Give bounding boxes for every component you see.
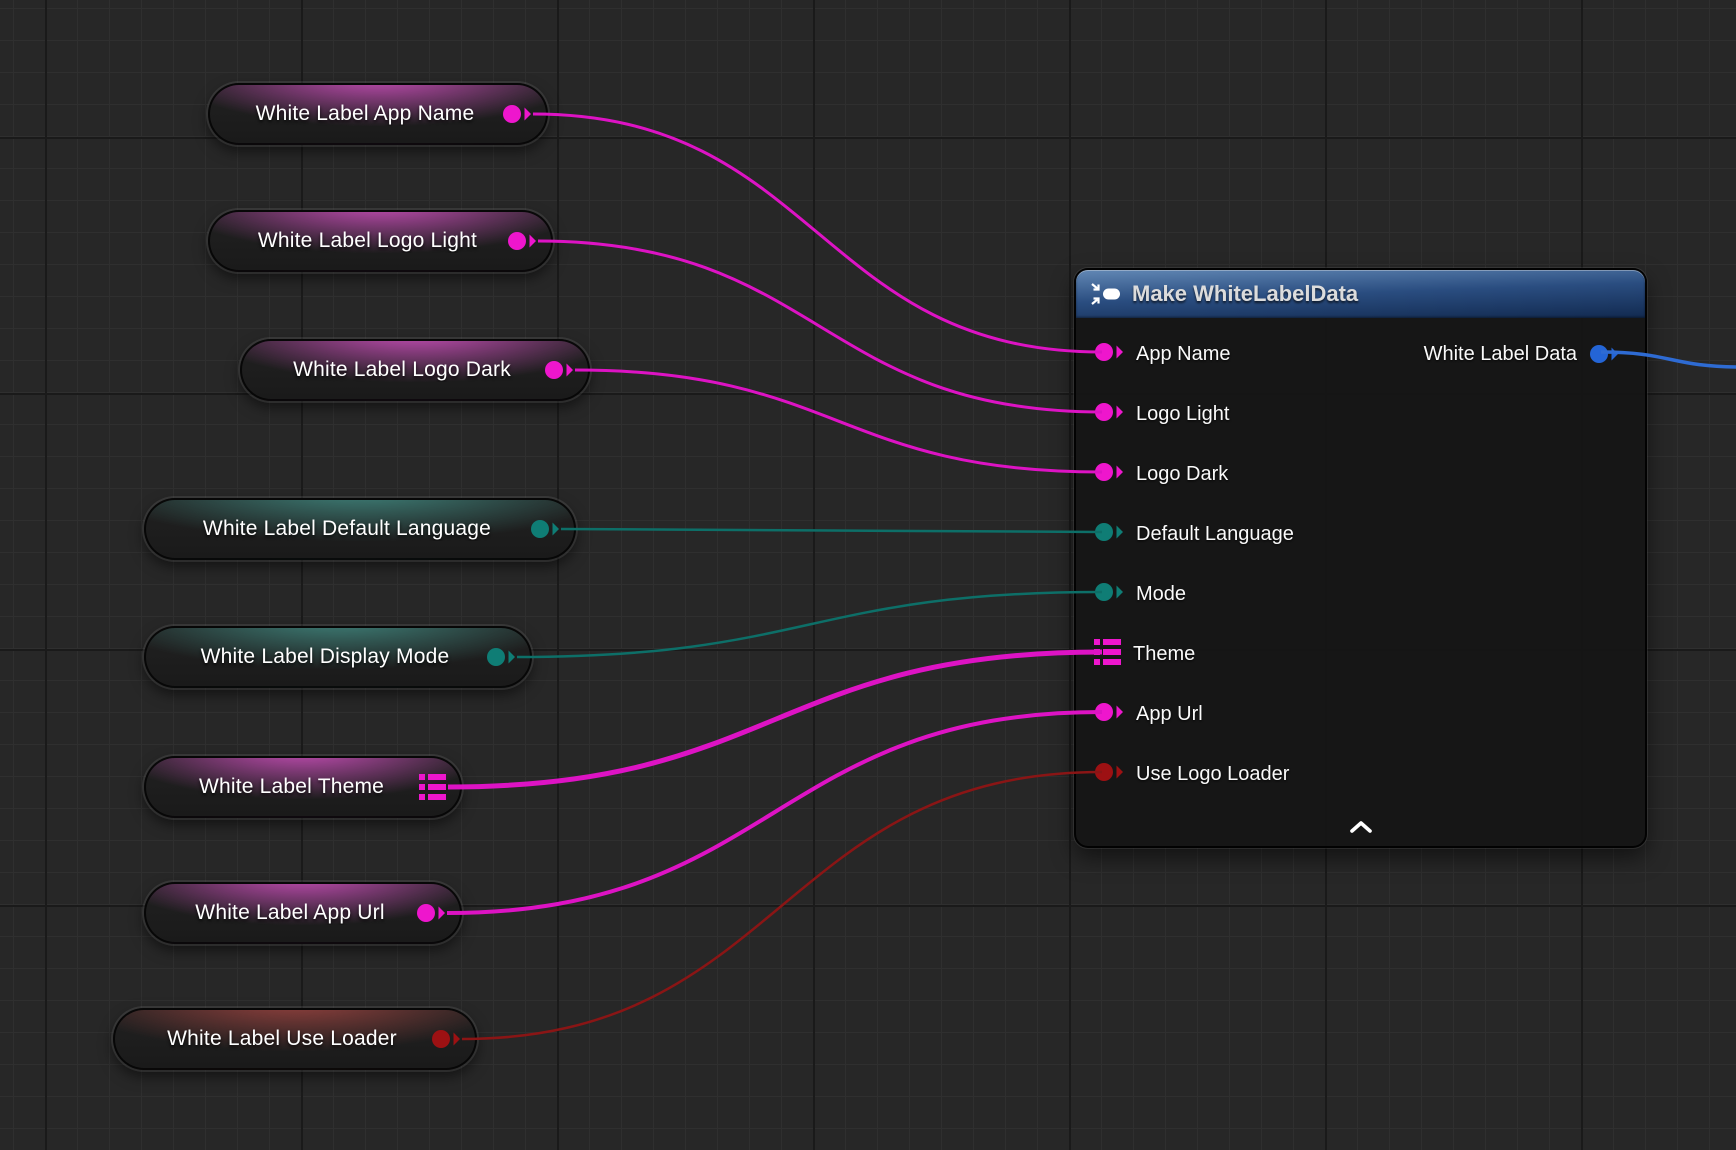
chevron-up-icon [1350,821,1372,833]
pin-row-mode: Mode [1076,564,1645,624]
output-pin[interactable] [419,774,446,800]
node-title-bar[interactable]: Make WhiteLabelData [1076,270,1645,318]
node-label: White Label Theme [172,775,411,799]
node-label: White Label Display Mode [172,645,478,669]
pin-row-app-name: App Name White Label Data [1076,324,1645,384]
graph-canvas[interactable]: White Label App Name White Label Logo Li… [0,0,1736,1150]
pin-row-logo-light: Logo Light [1076,384,1645,444]
input-pin-mode[interactable] [1094,581,1124,608]
node-label: White Label Logo Dark [268,358,536,382]
output-pin[interactable] [486,646,516,668]
node-label: White Label App Name [236,102,494,126]
pin-rows: App Name White Label Data Logo Light [1076,318,1645,804]
pin-label: Logo Dark [1136,463,1228,486]
input-pin-logo-light[interactable] [1094,401,1124,428]
node-get-white-label-logo-dark[interactable]: White Label Logo Dark [240,339,590,401]
output-pin[interactable] [507,230,537,252]
node-get-white-label-logo-light[interactable]: White Label Logo Light [208,210,553,272]
node-get-white-label-display-mode[interactable]: White Label Display Mode [144,626,532,688]
node-title: Make WhiteLabelData [1132,281,1358,307]
output-pin[interactable] [431,1028,461,1050]
input-pin-default-language[interactable] [1094,521,1124,548]
pin-row-theme: Theme [1076,624,1645,684]
input-pin-logo-dark[interactable] [1094,461,1124,488]
node-label: White Label Default Language [172,517,522,541]
pin-row-app-url: App Url [1076,684,1645,744]
string-pin-icon [416,902,446,924]
pin-row-use-logo-loader: Use Logo Loader [1076,744,1645,804]
struct-pin-icon [419,774,446,800]
pin-label: Default Language [1136,523,1294,546]
pin-label: Logo Light [1136,403,1229,426]
pin-label: Theme [1133,643,1195,666]
input-pin-use-logo-loader[interactable] [1094,761,1124,788]
pin-row-logo-dark: Logo Dark [1076,444,1645,504]
wire-app-name[interactable] [533,114,1102,352]
wire-display-mode[interactable] [517,592,1102,657]
collapse-node-button[interactable] [1339,814,1383,840]
pin-label: Use Logo Loader [1136,763,1289,786]
node-get-white-label-app-url[interactable]: White Label App Url [144,882,462,944]
node-get-white-label-use-loader[interactable]: White Label Use Loader [113,1008,477,1070]
node-make-whitelabeldata[interactable]: Make WhiteLabelData App Name White Label… [1074,268,1647,848]
output-pin[interactable] [416,902,446,924]
node-label: White Label App Url [172,901,408,925]
enum-pin-icon [486,646,516,668]
wire-logo-dark[interactable] [575,370,1102,472]
pin-label: App Name [1136,343,1231,366]
node-get-white-label-app-name[interactable]: White Label App Name [208,83,548,145]
output-pin[interactable] [530,518,560,540]
pin-label: White Label Data [1424,343,1577,366]
string-pin-icon [502,103,532,125]
output-pin[interactable] [544,359,574,381]
node-label: White Label Use Loader [141,1027,423,1051]
node-get-white-label-theme[interactable]: White Label Theme [144,756,462,818]
enum-pin-icon [530,518,560,540]
output-pin[interactable] [502,103,532,125]
input-pin-app-name[interactable] [1094,341,1124,368]
string-pin-icon [507,230,537,252]
node-get-white-label-default-language[interactable]: White Label Default Language [144,498,576,560]
bool-pin-icon [431,1028,461,1050]
output-pin-white-label-data[interactable]: White Label Data [1424,343,1619,366]
struct-out-pin-icon [1589,343,1619,365]
wire-app-url[interactable] [447,712,1102,913]
wire-default-language[interactable] [561,529,1102,532]
pin-row-default-language: Default Language [1076,504,1645,564]
node-label: White Label Logo Light [236,229,499,253]
make-struct-icon [1090,281,1122,307]
pin-label: App Url [1136,703,1203,726]
wire-logo-light[interactable] [538,241,1102,412]
pin-label: Mode [1136,583,1186,606]
string-pin-icon [544,359,574,381]
